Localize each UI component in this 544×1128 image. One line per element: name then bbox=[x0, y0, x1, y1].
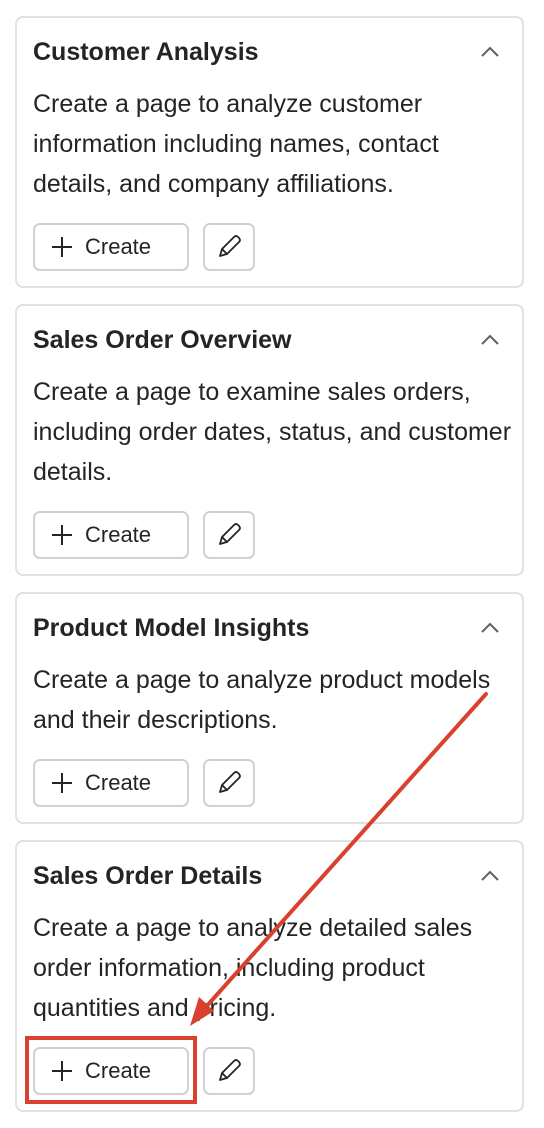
card-actions: Create bbox=[33, 511, 255, 559]
create-button-label: Create bbox=[85, 234, 152, 259]
suggestion-card-product-model-insights: Product Model Insights Create a page to … bbox=[15, 592, 524, 824]
pencil-icon bbox=[219, 771, 241, 793]
card-actions: Create bbox=[33, 759, 255, 807]
plus-icon bbox=[52, 237, 72, 257]
annotation-highlight-box bbox=[25, 1036, 197, 1104]
pencil-icon bbox=[219, 523, 241, 545]
edit-button[interactable] bbox=[203, 511, 255, 559]
edit-button[interactable] bbox=[203, 223, 255, 271]
create-button-label: Create bbox=[85, 770, 152, 795]
pencil-icon bbox=[219, 1059, 241, 1081]
create-button[interactable]: Create bbox=[33, 759, 189, 807]
chevron-up-icon[interactable] bbox=[478, 864, 502, 888]
card-title: Sales Order Details bbox=[33, 862, 263, 890]
create-button[interactable]: Create bbox=[33, 223, 189, 271]
chevron-up-icon[interactable] bbox=[478, 40, 502, 64]
card-description: Create a page to analyze product models … bbox=[33, 666, 491, 734]
card-actions: Create bbox=[33, 223, 255, 271]
card-description: Create a page to analyze detailed sales … bbox=[33, 914, 473, 1022]
edit-button[interactable] bbox=[203, 759, 255, 807]
plus-icon bbox=[52, 525, 72, 545]
suggestions-panel: Customer Analysis Create a page to analy… bbox=[0, 0, 544, 1128]
card-title: Product Model Insights bbox=[33, 614, 310, 642]
card-description: Create a page to examine sales orders, i… bbox=[33, 378, 512, 486]
plus-icon bbox=[52, 773, 72, 793]
edit-button[interactable] bbox=[203, 1047, 255, 1095]
chevron-up-icon[interactable] bbox=[478, 328, 502, 352]
card-title: Sales Order Overview bbox=[33, 326, 292, 354]
pencil-icon bbox=[219, 235, 241, 257]
create-button-label: Create bbox=[85, 522, 152, 547]
suggestion-card-sales-order-overview: Sales Order Overview Create a page to ex… bbox=[15, 304, 524, 576]
card-title: Customer Analysis bbox=[33, 38, 259, 66]
card-description: Create a page to analyze customer inform… bbox=[33, 90, 439, 198]
chevron-up-icon[interactable] bbox=[478, 616, 502, 640]
create-button[interactable]: Create bbox=[33, 511, 189, 559]
suggestion-card-customer-analysis: Customer Analysis Create a page to analy… bbox=[15, 16, 524, 288]
